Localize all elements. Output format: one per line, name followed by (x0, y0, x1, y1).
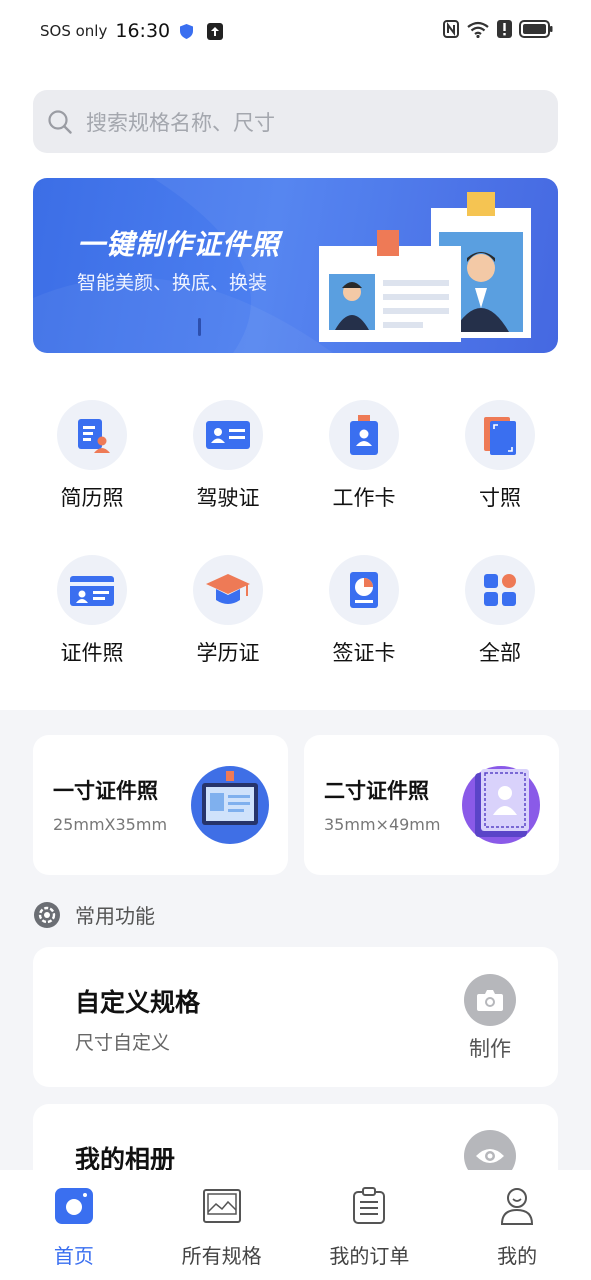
category-label: 寸照 (479, 486, 521, 510)
common-section-header: 常用功能 (33, 900, 155, 929)
two-inch-photo-icon (462, 766, 540, 844)
category-label: 签证卡 (332, 641, 396, 665)
nav-all-specs[interactable]: 所有规格 (148, 1170, 296, 1280)
category-id-card[interactable]: 证件照 (24, 555, 160, 675)
category-label: 简历照 (60, 486, 124, 510)
two-inch-card[interactable]: 二寸证件照 35mm×49mm (304, 735, 559, 875)
camera-icon (477, 990, 503, 1011)
category-label: 工作卡 (332, 486, 396, 510)
nav-label: 我的订单 (329, 1244, 410, 1268)
make-button-label[interactable]: 制作 (464, 1033, 516, 1063)
card-title: 二寸证件照 (324, 779, 429, 803)
inch-photo-icon (484, 417, 516, 455)
category-label: 全部 (479, 641, 521, 665)
bottom-nav: 首页 所有规格 我的订单 我的 (0, 1170, 591, 1280)
clock: 16:30 (115, 20, 171, 42)
search-bar[interactable]: 搜索规格名称、尺寸 (33, 90, 558, 153)
battery-icon (519, 20, 553, 38)
card-title: 一寸证件照 (53, 779, 158, 803)
feature-title: 自定义规格 (75, 988, 201, 1017)
category-label: 证件照 (60, 641, 124, 665)
banner-title: 一键制作证件照 (77, 228, 281, 261)
nav-label: 首页 (53, 1244, 94, 1268)
graduation-cap-icon (206, 574, 250, 604)
category-inch-photo[interactable]: 寸照 (432, 400, 568, 520)
nav-label: 我的 (497, 1244, 538, 1268)
custom-size-card[interactable]: 自定义规格 尺寸自定义 制作 (33, 947, 558, 1087)
id-photo-illustration (319, 192, 531, 342)
user-icon (501, 1188, 534, 1225)
shield-icon (180, 23, 194, 39)
category-all[interactable]: 全部 (432, 555, 568, 675)
work-badge-icon (350, 415, 378, 455)
feature-subtitle: 尺寸自定义 (75, 1032, 171, 1054)
nav-my-orders[interactable]: 我的订单 (296, 1170, 444, 1280)
category-label: 学历证 (196, 641, 260, 665)
gear-icon (34, 901, 60, 928)
category-visa[interactable]: 签证卡 (296, 555, 432, 675)
category-graduation[interactable]: 学历证 (160, 555, 296, 675)
card-size: 35mm×49mm (324, 815, 441, 834)
wifi-icon (467, 21, 489, 38)
search-icon (48, 109, 72, 134)
make-button[interactable] (464, 974, 516, 1026)
driver-license-icon (206, 421, 250, 449)
id-card-icon (70, 576, 114, 606)
upload-icon (207, 22, 224, 40)
category-driver-license[interactable]: 驾驶证 (160, 400, 296, 520)
alert-icon (497, 20, 512, 38)
category-work-badge[interactable]: 工作卡 (296, 400, 432, 520)
category-label: 驾驶证 (196, 486, 260, 510)
status-bar: SOS only 16:30 (0, 0, 591, 66)
promo-banner[interactable]: 一键制作证件照 智能美颜、换底、换装 (33, 178, 558, 353)
all-grid-icon (484, 574, 516, 606)
one-inch-card[interactable]: 一寸证件照 25mmX35mm (33, 735, 288, 875)
clipboard-icon (353, 1187, 386, 1224)
home-camera-icon (54, 1188, 93, 1224)
carrier-status: SOS only (40, 22, 108, 40)
nav-label: 所有规格 (181, 1244, 262, 1268)
search-placeholder: 搜索规格名称、尺寸 (86, 110, 275, 135)
eye-icon (476, 1149, 504, 1163)
banner-page-indicator (198, 318, 201, 336)
category-resume[interactable]: 简历照 (24, 400, 160, 520)
section-title: 常用功能 (75, 904, 155, 928)
resume-icon (78, 419, 110, 453)
nav-home[interactable]: 首页 (0, 1170, 148, 1280)
banner-subtitle: 智能美颜、换底、换装 (77, 272, 268, 294)
image-frame-icon (202, 1189, 241, 1223)
visa-icon (350, 572, 378, 608)
nfc-icon (443, 20, 459, 38)
nav-mine[interactable]: 我的 (443, 1170, 591, 1280)
one-inch-photo-icon (191, 766, 269, 844)
card-size: 25mmX35mm (53, 815, 168, 834)
